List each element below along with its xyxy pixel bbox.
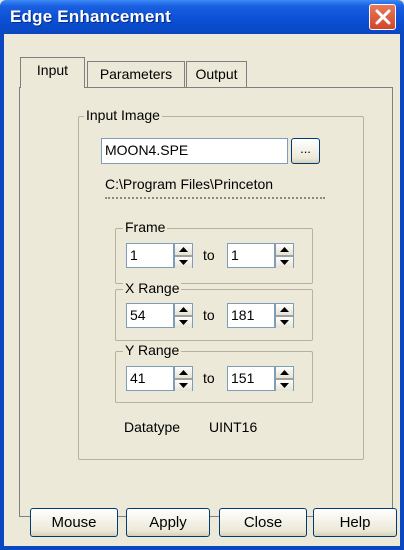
tab-panel-input: Input Image MOON4.SPE ... C:\Program Fil… [19,87,393,517]
x-range-from-spinner[interactable] [174,303,193,328]
arrow-down-icon [280,320,289,325]
tab-output[interactable]: Output [186,61,247,87]
browse-button-label: ... [300,141,311,156]
arrow-down-icon [280,383,289,388]
help-button-label: Help [339,514,371,531]
arrow-down-icon [179,320,188,325]
apply-button[interactable]: Apply [126,508,210,537]
help-button[interactable]: Help [313,508,397,537]
arrow-up-icon [179,370,188,375]
frame-to-down[interactable] [276,256,293,268]
frame-group-label: Frame [123,219,168,235]
arrow-up-icon [280,307,289,312]
x-range-from-field[interactable]: 54 [126,303,174,328]
x-range-group-label: X Range [123,280,182,296]
input-image-group-label: Input Image [84,107,162,123]
frame-to-up[interactable] [276,244,293,256]
x-range-to-label: to [203,307,215,323]
close-icon [375,9,391,25]
frame-to-field[interactable]: 1 [227,243,275,268]
arrow-down-icon [280,260,289,265]
tab-input[interactable]: Input [20,57,85,88]
arrow-up-icon [179,247,188,252]
datatype-label: Datatype [124,419,181,435]
tab-output-label: Output [195,66,238,82]
y-range-from-down[interactable] [175,379,192,391]
input-filename-field[interactable]: MOON4.SPE [101,138,288,164]
tab-parameters-label: Parameters [99,66,173,82]
y-range-from-up[interactable] [175,367,192,379]
close-button-label: Close [243,514,283,531]
y-range-from-field[interactable]: 41 [126,366,174,391]
frame-from-up[interactable] [175,244,192,256]
y-range-from-spinner[interactable] [174,366,193,391]
arrow-up-icon [280,370,289,375]
y-range-to-field[interactable]: 151 [227,366,275,391]
arrow-down-icon [179,383,188,388]
browse-button[interactable]: ... [291,138,320,164]
input-file-path-overflow [105,197,335,200]
y-range-group-label: Y Range [123,342,182,358]
x-range-to-down[interactable] [276,316,293,328]
close-button[interactable]: Close [219,508,307,537]
window-border-right [400,34,404,550]
apply-button-label: Apply [149,514,187,531]
y-range-to-spinner[interactable] [275,366,294,391]
frame-from-down[interactable] [175,256,192,268]
x-range-to-field[interactable]: 181 [227,303,275,328]
y-range-to-down[interactable] [276,379,293,391]
mouse-button[interactable]: Mouse [30,508,118,537]
window-title: Edge Enhancement [10,7,171,26]
frame-to-spinner[interactable] [275,243,294,268]
input-image-group [78,116,364,460]
tab-parameters[interactable]: Parameters [87,61,185,87]
window-border-bottom [0,546,404,550]
x-range-from-up[interactable] [175,304,192,316]
close-window-button[interactable] [369,4,396,30]
x-range-from-down[interactable] [175,316,192,328]
frame-from-field[interactable]: 1 [126,243,174,268]
tab-input-label: Input [36,62,69,78]
dialog-window: Edge Enhancement Input Parameters Output… [0,0,404,550]
window-border-left [0,34,4,550]
mouse-button-label: Mouse [51,514,97,531]
arrow-down-icon [179,260,188,265]
frame-from-spinner[interactable] [174,243,193,268]
title-bar[interactable]: Edge Enhancement [0,0,404,34]
input-file-path: C:\Program Files\Princeton [105,176,274,192]
arrow-up-icon [280,247,289,252]
y-range-to-label: to [203,370,215,386]
frame-to-label: to [203,247,215,263]
y-range-to-up[interactable] [276,367,293,379]
x-range-to-spinner[interactable] [275,303,294,328]
datatype-value: UINT16 [209,419,258,435]
arrow-up-icon [179,307,188,312]
x-range-to-up[interactable] [276,304,293,316]
